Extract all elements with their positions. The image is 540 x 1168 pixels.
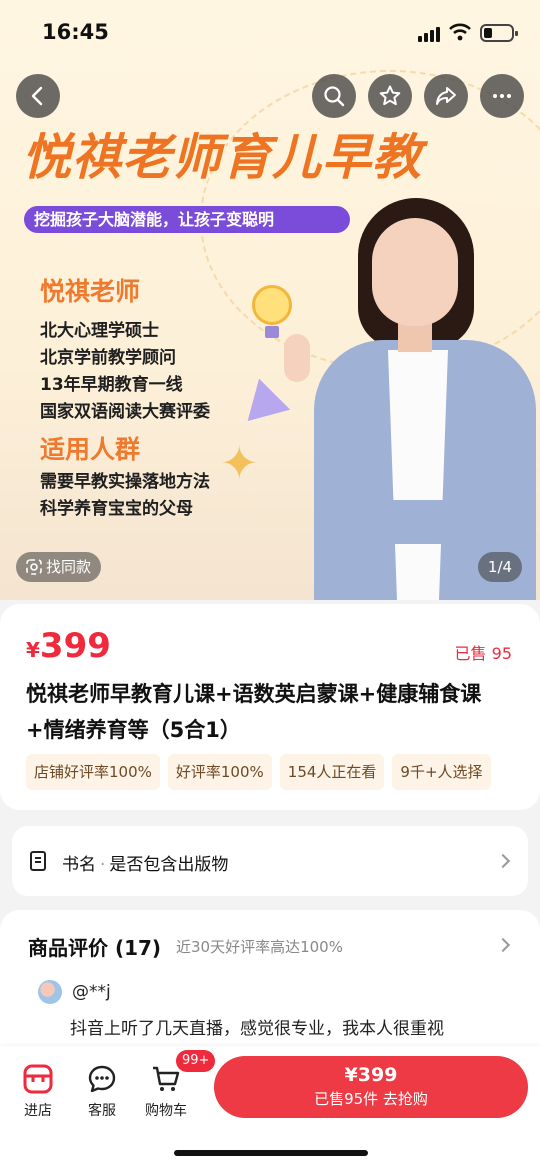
more-dots-icon — [493, 94, 511, 98]
status-time: 16:45 — [42, 20, 109, 44]
more-button[interactable] — [480, 74, 524, 118]
avatar — [38, 980, 62, 1004]
product-title: 悦祺老师早教育儿课+语数英启蒙课+健康辅食课+情绪养育等（5合1） — [26, 682, 482, 742]
product-info-card: ¥399 已售 95 悦祺老师早教育儿课+语数英启蒙课+健康辅食课+情绪养育等（… — [0, 604, 540, 810]
find-same-button[interactable]: 找同款 — [16, 552, 102, 582]
book-icon — [30, 851, 46, 871]
teacher-line: 13年早期教育一线 — [40, 375, 183, 395]
book-label: 书名 — [62, 855, 96, 875]
sold-count: 已售 95 — [454, 644, 512, 663]
status-bar: 16:45 — [0, 0, 540, 66]
chevron-left-icon — [31, 86, 43, 106]
chevron-right-icon — [495, 937, 511, 953]
store-icon — [23, 1064, 53, 1094]
price: ¥399 — [26, 626, 111, 666]
audience-heading: 适用人群 — [40, 435, 141, 464]
reviews-title: 商品评价 (17) — [28, 936, 162, 960]
share-arrow-icon — [436, 87, 456, 105]
triangle-ruler-icon — [237, 372, 291, 422]
buy-now-button[interactable]: ¥399 已售95件 去抢购 — [214, 1056, 528, 1118]
battery-icon — [480, 24, 518, 42]
hero-title: 悦祺老师育儿早教 — [22, 129, 423, 186]
shop-button[interactable]: 进店 — [8, 1064, 68, 1120]
image-pager: 1/4 — [478, 552, 522, 582]
audience-line: 科学养育宝宝的父母 — [40, 499, 193, 519]
book-info-label: 书名 · 是否包含出版物 — [62, 855, 229, 875]
tag[interactable]: 154人正在看 — [279, 754, 385, 790]
price-value: 399 — [39, 626, 111, 666]
teacher-line: 北京学前教学顾问 — [40, 348, 176, 368]
tag[interactable]: 9千+人选择 — [392, 754, 491, 790]
chat-icon — [87, 1064, 117, 1094]
teacher-photo — [284, 190, 540, 600]
buy-subtext: 已售95件 去抢购 — [314, 1090, 428, 1108]
tag[interactable]: 店铺好评率100% — [26, 754, 160, 790]
find-same-label: 找同款 — [46, 558, 92, 576]
teacher-line: 国家双语阅读大赛评委 — [40, 402, 210, 422]
back-button[interactable] — [16, 74, 60, 118]
buy-price: ¥399 — [344, 1064, 398, 1086]
scan-icon — [26, 559, 42, 575]
book-info-row[interactable]: 书名 · 是否包含出版物 — [12, 826, 528, 896]
sparkle-icon: ✦ — [220, 436, 259, 490]
shop-label: 进店 — [24, 1103, 52, 1119]
star-icon — [379, 85, 401, 106]
cart-badge: 99+ — [176, 1050, 216, 1072]
search-button[interactable] — [312, 74, 356, 118]
home-indicator — [174, 1150, 368, 1156]
search-icon — [324, 86, 345, 107]
currency-symbol: ¥ — [26, 638, 40, 662]
reviews-subtitle: 近30天好评率高达100% — [176, 938, 343, 956]
favorite-button[interactable] — [368, 74, 412, 118]
book-value: 是否包含出版物 — [109, 855, 229, 875]
cart-icon — [151, 1064, 181, 1094]
bottom-action-bar: 进店 客服 购物车 99+ ¥399 已售95件 去抢购 — [0, 1046, 540, 1168]
wifi-icon — [449, 23, 471, 41]
cellular-signal-icon — [418, 26, 440, 42]
tag[interactable]: 好评率100% — [167, 754, 272, 790]
tag-row[interactable]: 店铺好评率100% 好评率100% 154人正在看 9千+人选择 — [26, 754, 540, 790]
service-label: 客服 — [88, 1103, 116, 1119]
teacher-line: 北大心理学硕士 — [40, 321, 159, 341]
review-username: @**j — [72, 982, 111, 1002]
lightbulb-icon — [252, 285, 292, 338]
teacher-heading: 悦祺老师 — [40, 277, 141, 306]
review-text: 抖音上听了几天直播，感觉很专业，我本人很重视 — [70, 1019, 444, 1039]
cart-button[interactable]: 购物车 — [136, 1064, 196, 1120]
audience-line: 需要早教实操落地方法 — [40, 472, 210, 492]
cart-label: 购物车 — [145, 1103, 187, 1119]
customer-service-button[interactable]: 客服 — [72, 1064, 132, 1120]
chevron-right-icon — [495, 853, 511, 869]
share-button[interactable] — [424, 74, 468, 118]
